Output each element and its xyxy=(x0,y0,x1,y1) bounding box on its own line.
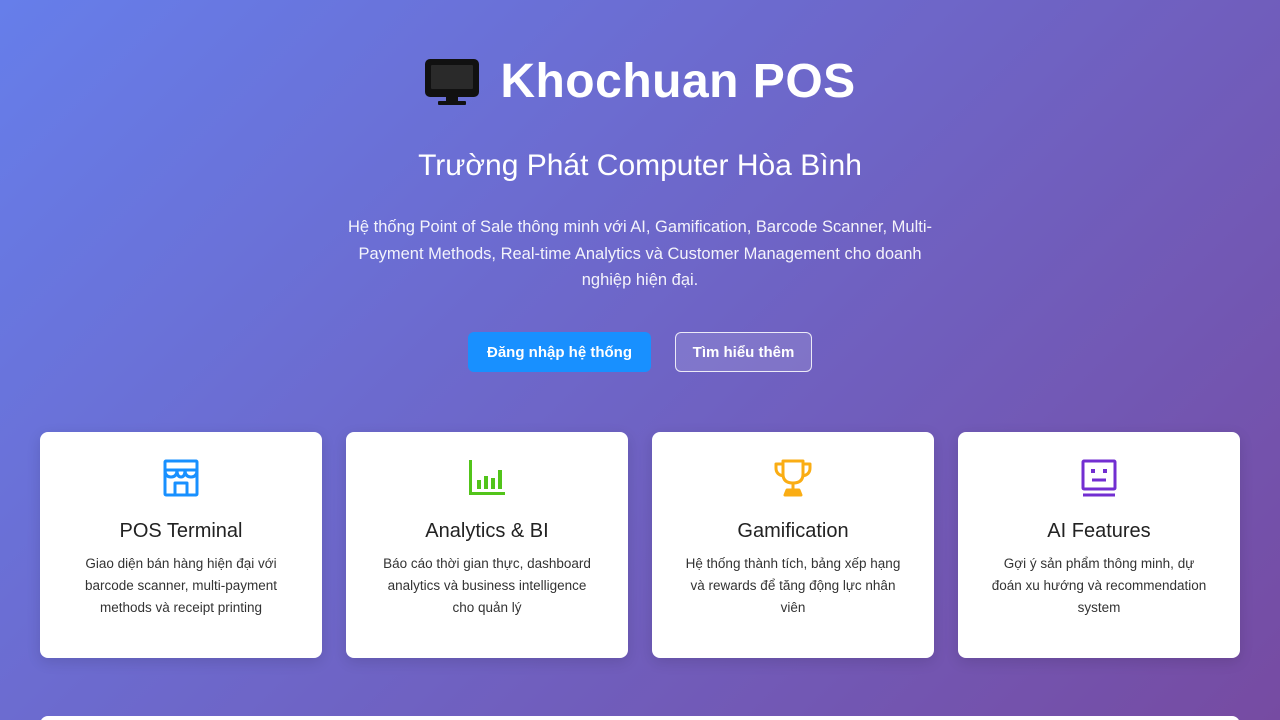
feature-card-pos-terminal[interactable]: POS Terminal Giao diện bán hàng hiện đại… xyxy=(40,432,322,658)
robot-icon xyxy=(958,458,1240,498)
feature-title: Analytics & BI xyxy=(425,520,549,542)
trophy-icon xyxy=(652,458,934,498)
feature-card-analytics[interactable]: Analytics & BI Báo cáo thời gian thực, d… xyxy=(346,432,628,658)
hero-title-row: Khochuan POS xyxy=(0,52,1280,112)
feature-description: Báo cáo thời gian thực, dashboard analyt… xyxy=(383,556,591,615)
page-title: Khochuan POS xyxy=(500,55,856,108)
feature-card-ai[interactable]: AI Features Gợi ý sản phẩm thông minh, d… xyxy=(958,432,1240,658)
feature-description: Hệ thống thành tích, bảng xếp hạng và re… xyxy=(685,556,901,615)
bar-chart-icon xyxy=(346,458,628,498)
hero-description: Hệ thống Point of Sale thông minh với AI… xyxy=(347,218,933,289)
bottom-panel xyxy=(40,716,1240,720)
feature-description: Giao diện bán hàng hiện đại với barcode … xyxy=(84,556,278,615)
feature-description: Gợi ý sản phẩm thông minh, dự đoán xu hư… xyxy=(991,556,1207,615)
feature-title: AI Features xyxy=(1047,520,1151,542)
learn-more-button[interactable]: Tìm hiểu thêm xyxy=(675,332,812,372)
company-subtitle: Trường Phát Computer Hòa Bình xyxy=(418,149,862,182)
feature-title: POS Terminal xyxy=(119,520,243,542)
desktop-icon xyxy=(424,58,480,106)
feature-title: Gamification xyxy=(737,520,849,542)
feature-cards: POS Terminal Giao diện bán hàng hiện đại… xyxy=(40,432,1240,658)
shop-icon xyxy=(40,458,322,498)
login-button[interactable]: Đăng nhập hệ thống xyxy=(468,332,651,372)
feature-card-gamification[interactable]: Gamification Hệ thống thành tích, bảng x… xyxy=(652,432,934,658)
hero-actions: Đăng nhập hệ thống Tìm hiểu thêm xyxy=(0,332,1280,372)
